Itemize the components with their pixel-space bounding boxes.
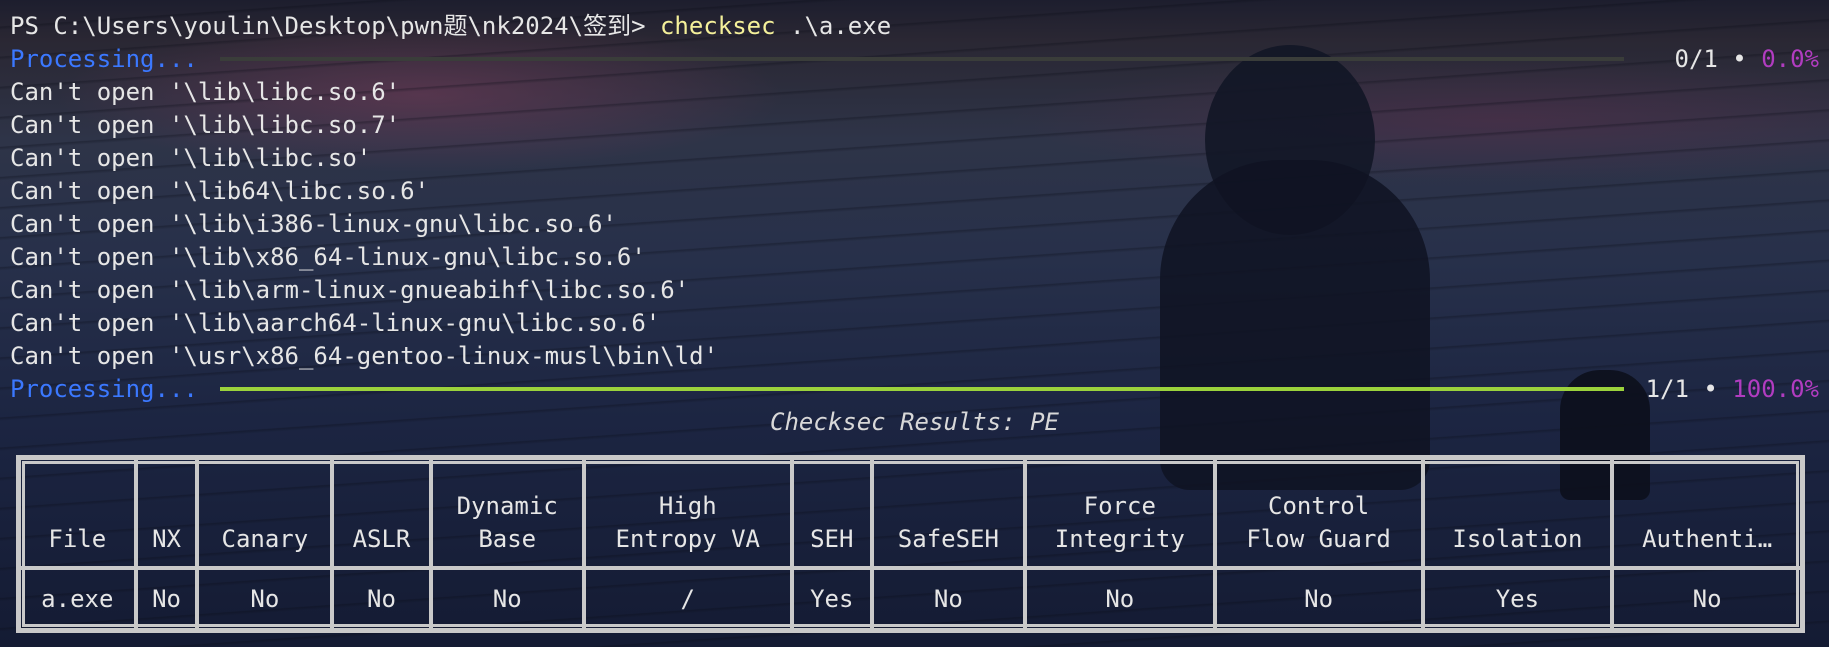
column-header-text: SafeSEH (897, 525, 999, 553)
column-header-text: File (48, 525, 107, 553)
results-title: Checksec Results: PE (770, 408, 1059, 436)
table-row: a.exe No No No No / Yes No No No Yes No (19, 568, 1802, 630)
progress-bar-fill (220, 387, 1624, 391)
column-header-text: Control (1268, 492, 1370, 520)
column-header: Canary (197, 458, 333, 568)
column-header-text: Entropy VA (615, 525, 761, 553)
command-argument: .\a.exe (775, 12, 892, 40)
command-line[interactable]: PS C:\Users\youlin\Desktop\pwn题\nk2024\签… (10, 10, 1819, 43)
table-header-row: File NX Canary ASLR Dynamic Base High Entropy V… (19, 458, 1802, 568)
progress-bar-end (220, 387, 1624, 391)
column-header-text: NX (152, 525, 181, 553)
column-header-text: Authenti… (1642, 525, 1773, 553)
processing-label: Processing... (10, 45, 198, 73)
error-line: Can't open '\lib\libc.so.6' (10, 78, 401, 106)
progress-percent: 100.0% (1732, 375, 1819, 403)
table-cell: No (1612, 568, 1802, 630)
column-header-text: ASLR (352, 525, 411, 553)
table-cell: Yes (1422, 568, 1613, 630)
progress-bar-start (220, 57, 1624, 61)
prompt-path: PS C:\Users\youlin\Desktop\pwn题\nk2024\签… (10, 12, 660, 40)
progress-count-value: 0/1 • (1674, 45, 1762, 73)
table-cell: No (197, 568, 333, 630)
column-header-text: Integrity (1054, 525, 1185, 553)
command-name: checksec (659, 12, 776, 40)
progress-percent: 0.0% (1761, 45, 1819, 73)
column-header-text: Base (478, 525, 537, 553)
column-header: File (19, 458, 136, 568)
column-header: Isolation (1422, 458, 1613, 568)
column-header-text: SEH (810, 525, 854, 553)
table-cell: No (332, 568, 431, 630)
column-header: ASLR (332, 458, 431, 568)
column-header-text: Flow Guard (1246, 525, 1391, 553)
column-header-text: Isolation (1452, 525, 1583, 553)
progress-row-start: Processing... 0/1 • 0.0% (10, 43, 1819, 76)
error-line: Can't open '\lib\x86_64-linux-gnu\libc.s… (10, 243, 646, 271)
progress-row-end: Processing... 1/1 • 100.0% (10, 373, 1819, 406)
column-header: High Entropy VA (583, 458, 792, 568)
terminal-output[interactable]: PS C:\Users\youlin\Desktop\pwn题\nk2024\签… (10, 10, 1819, 439)
column-header-text: Force (1083, 492, 1156, 520)
column-header: Force Integrity (1024, 458, 1215, 568)
column-header: SEH (791, 458, 872, 568)
table-cell: No (430, 568, 584, 630)
progress-count-value: 1/1 • (1645, 375, 1733, 403)
error-line: Can't open '\lib\libc.so' (10, 144, 372, 172)
column-header: NX (135, 458, 198, 568)
column-header-text: Dynamic (456, 492, 558, 520)
column-header-text: High (658, 492, 717, 520)
progress-count: 1/1 • 100.0% (1646, 373, 1819, 406)
error-line: Can't open '\lib\libc.so.7' (10, 111, 401, 139)
error-line: Can't open '\usr\x86_64-gentoo-linux-mus… (10, 342, 719, 370)
column-header: SafeSEH (871, 458, 1025, 568)
column-header: Authenti… (1612, 458, 1802, 568)
table-cell: No (1024, 568, 1215, 630)
column-header: Dynamic Base (430, 458, 584, 568)
table-cell: Yes (791, 568, 872, 630)
error-line: Can't open '\lib\aarch64-linux-gnu\libc.… (10, 309, 661, 337)
checksec-results-table: File NX Canary ASLR Dynamic Base High Entropy V… (16, 455, 1805, 633)
error-lines: Can't open '\lib\libc.so.6' Can't open '\… (10, 76, 1819, 373)
table-cell: / (583, 568, 792, 630)
column-header-text: Canary (221, 525, 309, 553)
error-line: Can't open '\lib64\libc.so.6' (10, 177, 430, 205)
table-cell: No (871, 568, 1025, 630)
column-header: Control Flow Guard (1214, 458, 1423, 568)
error-line: Can't open '\lib\i386-linux-gnu\libc.so.… (10, 210, 617, 238)
progress-count: 0/1 • 0.0% (1675, 43, 1820, 76)
table-cell: a.exe (19, 568, 136, 630)
error-line: Can't open '\lib\arm-linux-gnueabihf\lib… (10, 276, 690, 304)
processing-label: Processing... (10, 375, 198, 403)
table-cell: No (135, 568, 198, 630)
table-cell: No (1214, 568, 1423, 630)
